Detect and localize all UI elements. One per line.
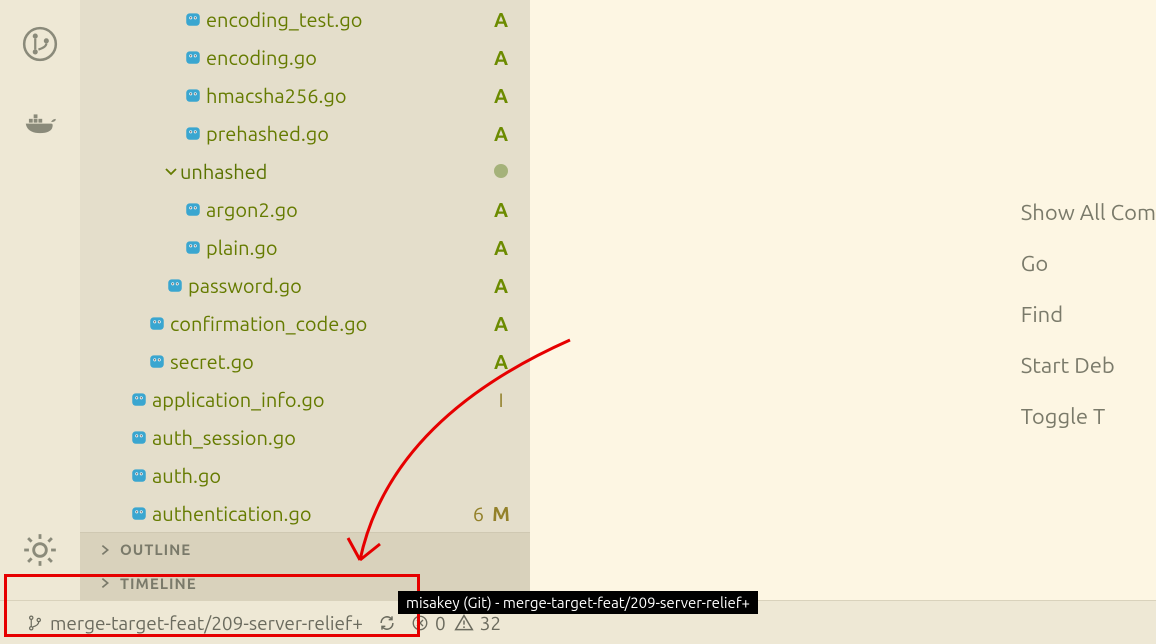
tree-label: hmacsha256.go: [206, 84, 490, 107]
tree-label: prehashed.go: [206, 122, 490, 145]
file-row[interactable]: auth_session.go: [80, 418, 530, 456]
scm-status-badge: A: [490, 46, 512, 69]
branch-tooltip: misakey (Git) - merge-target-feat/209-se…: [398, 591, 758, 614]
file-row[interactable]: encoding.goA: [80, 38, 530, 76]
scm-status-badge: A: [490, 84, 512, 107]
go-file-icon: [130, 428, 148, 446]
tree-label: argon2.go: [206, 198, 490, 221]
file-row[interactable]: auth.go: [80, 456, 530, 494]
tree-label: confirmation_code.go: [170, 312, 490, 335]
go-file-icon: [184, 10, 202, 28]
file-row[interactable]: encoding_test.goA: [80, 0, 530, 38]
tree-label: encoding.go: [206, 46, 490, 69]
file-row[interactable]: hmacsha256.goA: [80, 76, 530, 114]
file-row[interactable]: argon2.goA: [80, 190, 530, 228]
scm-status-badge: I: [490, 388, 512, 411]
status-branch-label: merge-target-feat/209-server-relief+: [50, 612, 363, 634]
scm-status-badge: A: [490, 350, 512, 373]
file-row[interactable]: secret.goA: [80, 342, 530, 380]
scm-status-badge: A: [490, 274, 512, 297]
tree-label: plain.go: [206, 236, 490, 259]
status-errors-count: 0: [435, 612, 446, 634]
gear-icon: [21, 531, 59, 569]
file-row[interactable]: authentication.go6M: [80, 494, 530, 532]
go-file-icon: [130, 390, 148, 408]
side-sections: OUTLINE TIMELINE: [80, 532, 530, 600]
go-file-icon: [130, 504, 148, 522]
scm-status-badge: A: [490, 198, 512, 221]
error-icon: [411, 614, 429, 632]
activity-docker[interactable]: [16, 98, 64, 146]
tree-label: secret.go: [170, 350, 490, 373]
tree-label: auth.go: [152, 464, 512, 487]
tree-label: application_info.go: [152, 388, 490, 411]
go-file-icon: [184, 48, 202, 66]
file-row[interactable]: prehashed.goA: [80, 114, 530, 152]
chevron-right-icon: [98, 543, 112, 557]
status-sync[interactable]: [377, 613, 397, 633]
scm-status-badge: A: [490, 122, 512, 145]
scm-status-badge: M: [490, 502, 512, 525]
folder-row[interactable]: unhashed: [80, 152, 530, 190]
welcome-item[interactable]: Show All Com: [1021, 200, 1156, 225]
explorer-panel: encoding_test.goAencoding.goAhmacsha256.…: [80, 0, 530, 600]
git-branch-icon: [21, 25, 59, 63]
status-warnings-count: 32: [480, 612, 501, 634]
go-file-icon: [130, 466, 148, 484]
go-file-icon: [166, 276, 184, 294]
status-warnings[interactable]: 32: [454, 612, 501, 634]
welcome-item[interactable]: Start Deb: [1021, 353, 1156, 378]
file-row[interactable]: password.goA: [80, 266, 530, 304]
tree-label: encoding_test.go: [206, 8, 490, 31]
chevron-right-icon: [98, 576, 112, 590]
change-count: 6: [473, 502, 490, 525]
status-branch[interactable]: merge-target-feat/209-server-relief+: [26, 612, 363, 634]
tree-label: unhashed: [180, 160, 494, 183]
chevron-down-icon: [163, 163, 179, 179]
welcome-item[interactable]: Go: [1021, 251, 1156, 276]
activity-settings[interactable]: [16, 526, 64, 574]
go-file-icon: [184, 86, 202, 104]
activity-bar: [0, 0, 80, 644]
file-tree[interactable]: encoding_test.goAencoding.goAhmacsha256.…: [80, 0, 530, 532]
tree-label: password.go: [188, 274, 490, 297]
section-outline-label: OUTLINE: [120, 541, 191, 558]
go-file-icon: [148, 314, 166, 332]
tree-label: auth_session.go: [152, 426, 512, 449]
go-file-icon: [184, 238, 202, 256]
sync-icon: [377, 613, 397, 633]
tree-label: authentication.go: [152, 502, 473, 525]
go-file-icon: [184, 124, 202, 142]
warning-icon: [454, 613, 474, 633]
activity-source-control[interactable]: [16, 20, 64, 68]
status-errors[interactable]: 0: [411, 612, 446, 634]
scm-status-badge: A: [490, 8, 512, 31]
modified-dot-icon: [494, 164, 508, 178]
git-branch-icon: [26, 614, 44, 632]
scm-status-badge: A: [490, 236, 512, 259]
welcome-item[interactable]: Find: [1021, 302, 1156, 327]
file-row[interactable]: application_info.goI: [80, 380, 530, 418]
section-outline[interactable]: OUTLINE: [80, 533, 530, 567]
docker-icon: [21, 103, 59, 141]
file-row[interactable]: plain.goA: [80, 228, 530, 266]
go-file-icon: [184, 200, 202, 218]
welcome-item[interactable]: Toggle T: [1021, 404, 1156, 429]
section-timeline-label: TIMELINE: [120, 575, 197, 592]
scm-status-badge: A: [490, 312, 512, 335]
editor-area: Show All Com Go Find Start Deb Toggle T: [530, 0, 1156, 600]
go-file-icon: [148, 352, 166, 370]
file-row[interactable]: confirmation_code.goA: [80, 304, 530, 342]
welcome-commands: Show All Com Go Find Start Deb Toggle T: [1021, 200, 1156, 429]
